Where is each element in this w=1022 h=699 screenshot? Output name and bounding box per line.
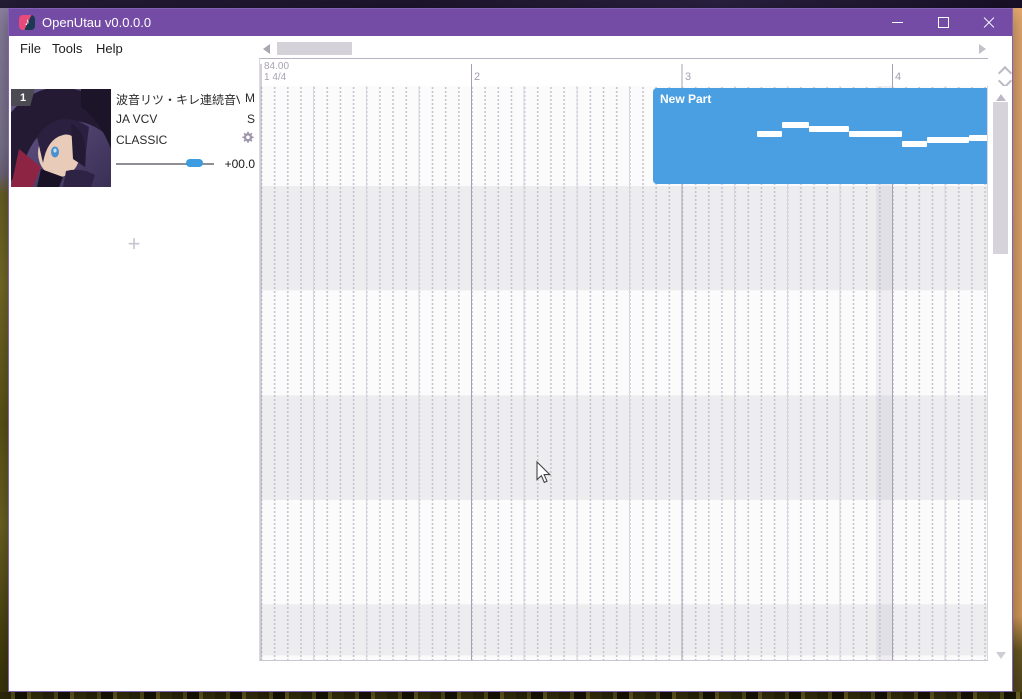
add-track-button[interactable]: + [121,231,147,257]
close-button[interactable] [966,9,1012,36]
menu-file[interactable]: File [17,40,44,57]
maximize-icon [937,17,949,28]
wallpaper-top [0,0,1022,8]
wallpaper-right [1013,8,1022,699]
menubar: File Tools Help [9,36,1012,59]
renderer-name[interactable]: CLASSIC [116,133,167,147]
note[interactable] [757,131,782,137]
app-window: ♪ OpenUtau v0.0.0.0 File Tools Help 4/4 … [8,8,1013,692]
window-title: OpenUtau v0.0.0.0 [42,15,152,30]
desktop: { "titlebar": { "title": "OpenUtau v0.0.… [0,0,1022,699]
volume-value: +00.0 [224,157,255,171]
app-icon: ♪ [19,15,35,30]
phonemizer-name[interactable]: JA VCV [116,112,157,126]
ruler-tempo-label: 84.00 [264,61,290,72]
close-icon [983,17,995,29]
ruler-measure-lines [260,64,988,86]
note[interactable] [927,137,969,143]
volume-slider-handle[interactable] [186,159,203,167]
vertical-scrollbar-thumb[interactable] [993,102,1008,254]
scroll-down-button[interactable] [996,652,1006,659]
menu-help[interactable]: Help [93,40,126,57]
part-label: New Part [660,92,712,106]
minimize-icon [891,22,903,23]
gear-icon[interactable] [241,131,255,145]
wallpaper-bottom [0,692,1022,699]
note[interactable] [809,126,849,132]
menu-tools[interactable]: Tools [49,40,85,57]
scroll-right-button[interactable] [979,44,986,54]
measure-number: 2 [474,71,481,83]
scroll-up-button[interactable] [996,94,1006,101]
singer-name[interactable]: 波音リツ・キレ連続音Ver [116,91,240,108]
measure-number: 4 [895,71,902,83]
wallpaper-left [0,8,8,699]
note[interactable] [782,122,809,128]
titlebar[interactable]: ♪ OpenUtau v0.0.0.0 [9,9,1012,36]
maximize-button[interactable] [920,9,966,36]
note[interactable] [969,135,987,141]
measure-number: 3 [685,71,692,83]
arrangement-grid[interactable]: New Part [259,86,988,661]
note[interactable] [849,131,902,137]
mute-button[interactable]: M [239,91,255,105]
scroll-left-button[interactable] [263,44,270,54]
track-panel: 1 波音リツ・キレ連続音Ver M JA VCV S CLASSIC +00.0… [9,59,259,661]
solo-button[interactable]: S [239,112,255,126]
ruler-position-label: 1 4/4 [264,72,287,83]
minimize-button[interactable] [874,9,920,36]
music-note-icon: ♪ [24,16,30,28]
vertical-scrollbar [990,86,1012,661]
timeline-ruler[interactable]: 84.00 1 4/4 2 3 4 [259,58,988,86]
part[interactable]: New Part [653,88,987,184]
horizontal-scrollbar-thumb[interactable] [277,42,352,55]
note[interactable] [902,141,927,147]
